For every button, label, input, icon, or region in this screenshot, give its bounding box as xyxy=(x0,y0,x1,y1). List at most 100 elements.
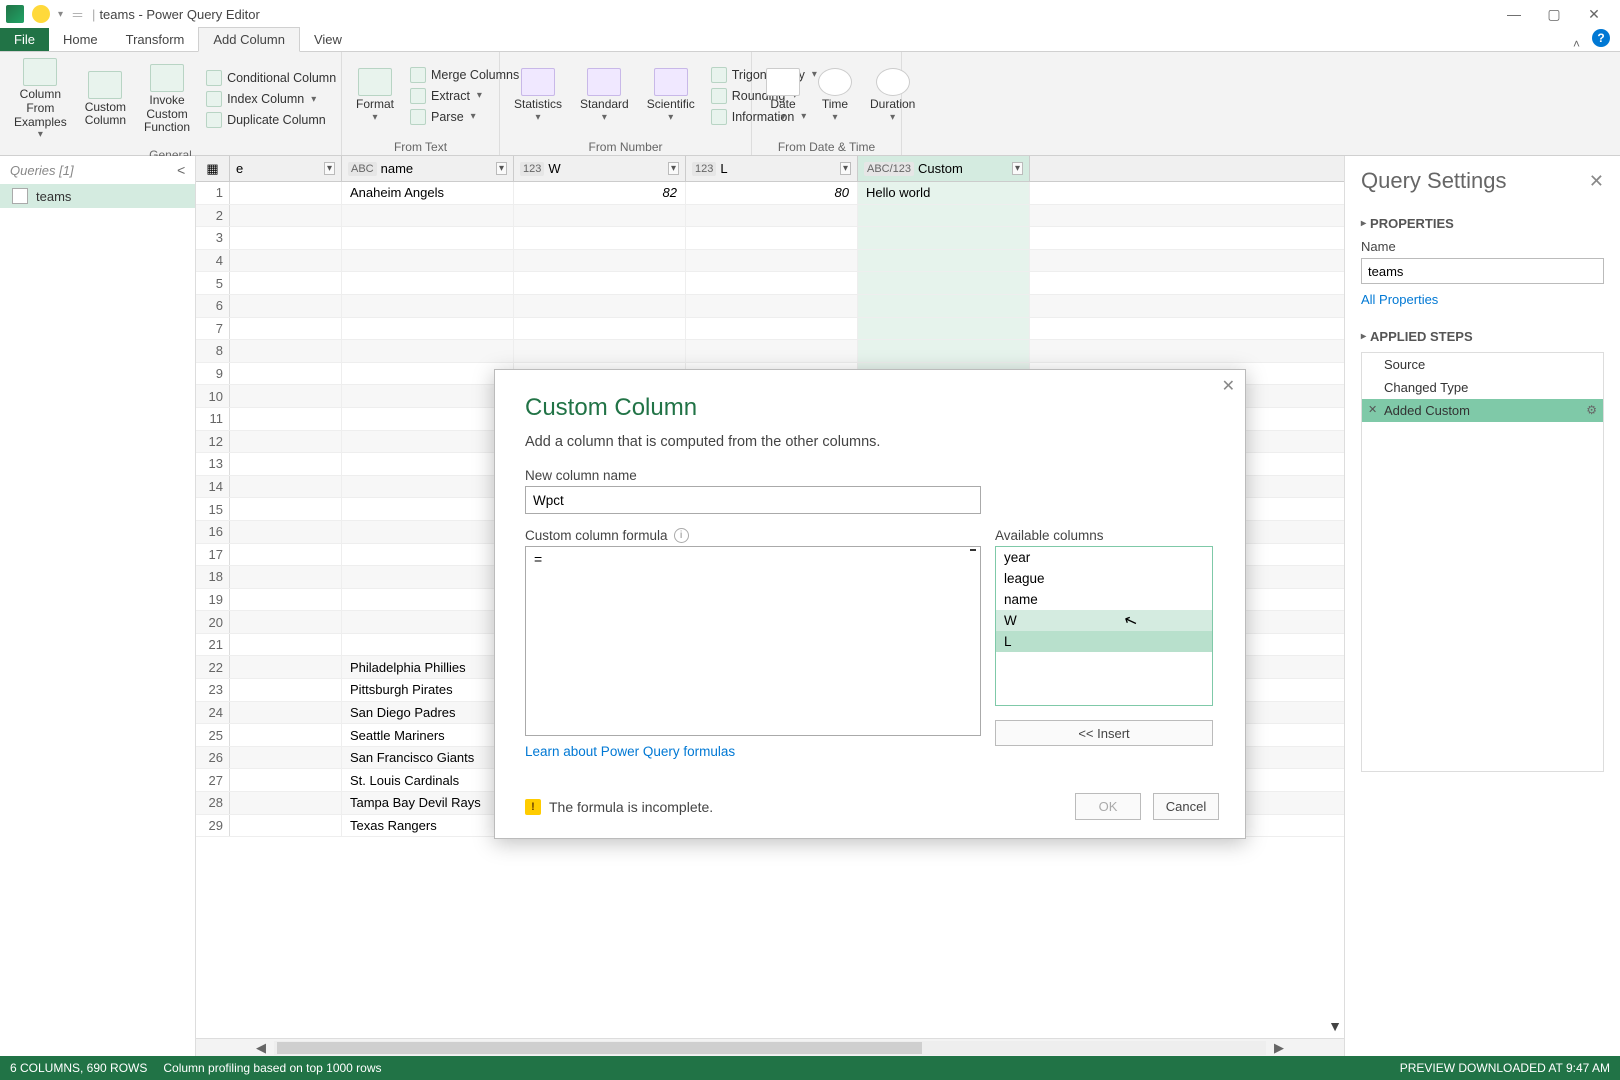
cell[interactable] xyxy=(230,363,342,385)
column-header-custom[interactable]: ABC/123Custom▾ xyxy=(858,156,1030,181)
column-header-l[interactable]: 123L▾ xyxy=(686,156,858,181)
cell-name[interactable]: San Francisco Giants xyxy=(342,747,514,769)
cell-name[interactable] xyxy=(342,408,514,430)
cell-name[interactable] xyxy=(342,272,514,294)
custom-column-button[interactable]: Custom Column xyxy=(79,69,132,131)
standard-button[interactable]: Standard▾ xyxy=(574,66,635,125)
cell-name[interactable]: Philadelphia Phillies xyxy=(342,656,514,678)
cell-name[interactable]: Seattle Mariners xyxy=(342,724,514,746)
cell[interactable] xyxy=(230,521,342,543)
cell[interactable] xyxy=(230,544,342,566)
table-row[interactable]: 7 xyxy=(196,318,1344,341)
cell-l[interactable] xyxy=(686,250,858,272)
cell-name[interactable] xyxy=(342,318,514,340)
cell[interactable] xyxy=(230,792,342,814)
tab-view[interactable]: View xyxy=(300,28,356,51)
scroll-left-icon[interactable]: ◀ xyxy=(256,1040,266,1056)
cell-name[interactable] xyxy=(342,385,514,407)
cell-name[interactable]: Tampa Bay Devil Rays xyxy=(342,792,514,814)
scientific-button[interactable]: Scientific▾ xyxy=(641,66,701,125)
cell-l[interactable] xyxy=(686,227,858,249)
time-button[interactable]: Time▾ xyxy=(812,66,858,125)
filter-icon[interactable]: ▾ xyxy=(668,162,679,175)
learn-link[interactable]: Learn about Power Query formulas xyxy=(525,744,981,759)
cell-w[interactable] xyxy=(514,318,686,340)
cell-name[interactable] xyxy=(342,634,514,656)
cell-l[interactable] xyxy=(686,318,858,340)
dialog-close-icon[interactable]: ✕ xyxy=(1222,376,1235,396)
cell-custom[interactable] xyxy=(858,340,1030,362)
format-button[interactable]: Format▾ xyxy=(350,66,400,125)
date-button[interactable]: Date▾ xyxy=(760,66,806,125)
cell[interactable] xyxy=(230,724,342,746)
table-row[interactable]: 8 xyxy=(196,340,1344,363)
cell-w[interactable] xyxy=(514,250,686,272)
cell-name[interactable] xyxy=(342,611,514,633)
cell-custom[interactable] xyxy=(858,205,1030,227)
cell[interactable] xyxy=(230,702,342,724)
cell-w[interactable] xyxy=(514,227,686,249)
cell[interactable] xyxy=(230,340,342,362)
cell-l[interactable] xyxy=(686,295,858,317)
cell[interactable] xyxy=(230,227,342,249)
available-columns-list[interactable]: yearleaguenameWL xyxy=(995,546,1213,706)
cell-name[interactable] xyxy=(342,521,514,543)
cell-name[interactable] xyxy=(342,295,514,317)
table-icon-header[interactable]: ▦ xyxy=(196,156,230,181)
cell[interactable] xyxy=(230,205,342,227)
cell-l[interactable] xyxy=(686,340,858,362)
scroll-down-icon[interactable]: ▼ xyxy=(1328,1018,1342,1034)
invoke-custom-function-button[interactable]: Invoke Custom Function xyxy=(138,62,196,137)
cell-l[interactable]: 80 xyxy=(686,182,858,204)
cell-l[interactable] xyxy=(686,272,858,294)
cell-l[interactable] xyxy=(686,205,858,227)
cell[interactable] xyxy=(230,453,342,475)
table-row[interactable]: 4 xyxy=(196,250,1344,273)
available-column-item[interactable]: name xyxy=(996,589,1212,610)
filter-icon[interactable]: ▾ xyxy=(840,162,851,175)
scroll-right-icon[interactable]: ▶ xyxy=(1274,1040,1284,1056)
cell[interactable] xyxy=(230,611,342,633)
cell-name[interactable]: Texas Rangers xyxy=(342,815,514,837)
duration-button[interactable]: Duration▾ xyxy=(864,66,921,125)
applied-step[interactable]: Added Custom xyxy=(1362,399,1603,422)
cell[interactable] xyxy=(230,408,342,430)
cell-name[interactable]: St. Louis Cardinals xyxy=(342,769,514,791)
statistics-button[interactable]: Statistics▾ xyxy=(508,66,568,125)
filter-icon[interactable]: ▾ xyxy=(1012,162,1023,175)
table-row[interactable]: 6 xyxy=(196,295,1344,318)
cell-name[interactable]: Pittsburgh Pirates xyxy=(342,679,514,701)
cell[interactable] xyxy=(230,182,342,204)
tab-transform[interactable]: Transform xyxy=(112,28,199,51)
cell-name[interactable]: Anaheim Angels xyxy=(342,182,514,204)
conditional-column-button[interactable]: Conditional Column xyxy=(202,69,340,87)
maximize-button[interactable]: ▢ xyxy=(1534,0,1574,28)
cell-name[interactable] xyxy=(342,544,514,566)
tab-add-column[interactable]: Add Column xyxy=(198,27,300,52)
available-column-item[interactable]: W xyxy=(996,610,1212,631)
cell-name[interactable] xyxy=(342,363,514,385)
column-from-examples-button[interactable]: Column From Examples▾ xyxy=(8,56,73,143)
cell-w[interactable] xyxy=(514,272,686,294)
cell[interactable] xyxy=(230,815,342,837)
help-icon[interactable]: ? xyxy=(1592,29,1610,47)
tab-file[interactable]: File xyxy=(0,28,49,51)
horizontal-scrollbar[interactable]: ◀ ▶ xyxy=(196,1038,1344,1056)
cell-name[interactable] xyxy=(342,566,514,588)
available-column-item[interactable]: league xyxy=(996,568,1212,589)
column-header-0[interactable]: e▾ xyxy=(230,156,342,181)
filter-icon[interactable]: ▾ xyxy=(496,162,507,175)
emoji-icon[interactable] xyxy=(32,5,50,23)
cell-custom[interactable] xyxy=(858,272,1030,294)
all-properties-link[interactable]: All Properties xyxy=(1361,292,1604,307)
new-column-name-input[interactable] xyxy=(525,486,981,514)
filter-icon[interactable]: ▾ xyxy=(324,162,335,175)
cell-w[interactable] xyxy=(514,205,686,227)
info-icon[interactable]: i xyxy=(674,528,689,543)
cell[interactable] xyxy=(230,589,342,611)
ok-button[interactable]: OK xyxy=(1075,793,1141,820)
qat-caret-icon[interactable]: ▾ xyxy=(58,9,63,20)
applied-step[interactable]: Source xyxy=(1362,353,1603,376)
cell-name[interactable] xyxy=(342,498,514,520)
query-item-teams[interactable]: teams xyxy=(0,184,195,208)
